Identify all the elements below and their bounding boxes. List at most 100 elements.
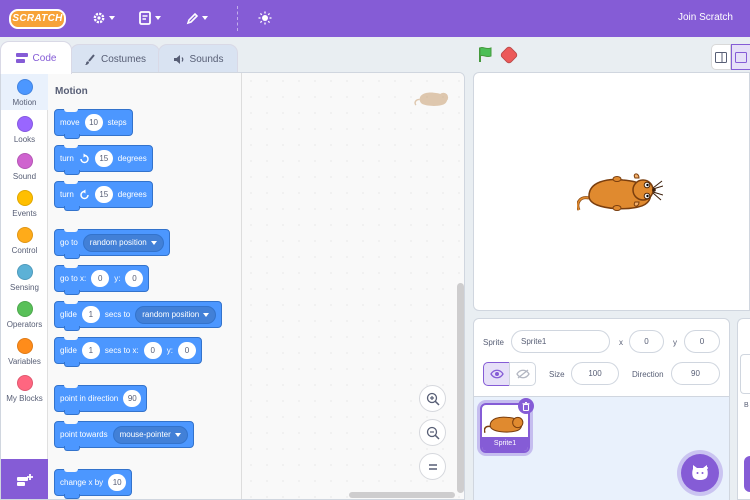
size-field[interactable]: 100: [571, 362, 619, 385]
number-input[interactable]: 0: [91, 270, 110, 287]
tab-sounds[interactable]: Sounds: [158, 44, 238, 74]
block-glide-to[interactable]: glide 1 secs to random position: [54, 301, 223, 331]
sprite-tile-name: Sprite1: [482, 437, 528, 451]
trash-icon: [522, 401, 530, 411]
small-stage-button[interactable]: [711, 44, 731, 70]
large-stage-icon: [735, 51, 747, 63]
show-sprite-button[interactable]: [483, 362, 510, 386]
lightbulb-icon: [258, 11, 272, 25]
category-sensing[interactable]: Sensing: [1, 258, 48, 295]
category-events[interactable]: Events: [1, 184, 48, 221]
target-dropdown[interactable]: mouse-pointer: [112, 425, 188, 444]
block-point-in-direction[interactable]: point in direction 90: [54, 385, 148, 415]
chevron-down-icon: [109, 16, 115, 20]
tab-costumes[interactable]: Costumes: [70, 44, 160, 74]
target-dropdown[interactable]: random position: [82, 233, 164, 252]
category-motion[interactable]: Motion: [1, 73, 48, 110]
scratch-logo[interactable]: SCRATCH: [9, 9, 66, 29]
category-dot: [16, 301, 33, 317]
block-move-steps[interactable]: move 10 steps: [54, 109, 133, 139]
block-go-to[interactable]: go to random position: [54, 229, 170, 259]
menu-bar: SCRATCH Join Scratch: [0, 0, 750, 37]
equals-icon: [428, 463, 437, 470]
block-text: point towards: [60, 430, 108, 439]
sprite-watermark-icon: [414, 92, 449, 106]
settings-menu[interactable]: [92, 8, 115, 28]
code-icon: [15, 53, 28, 63]
block-change-x[interactable]: change x by 10: [54, 469, 133, 499]
stop-button[interactable]: [499, 45, 519, 65]
edit-menu[interactable]: [186, 8, 208, 28]
block-text: secs to x:: [104, 346, 139, 355]
number-input[interactable]: 15: [94, 186, 113, 203]
category-my-blocks[interactable]: My Blocks: [1, 369, 48, 406]
delete-sprite-button[interactable]: [518, 398, 534, 414]
number-input[interactable]: 0: [177, 342, 196, 359]
workspace-horizontal-scrollbar[interactable]: [349, 492, 455, 498]
category-looks[interactable]: Looks: [1, 110, 48, 147]
pencil-icon: [186, 12, 199, 24]
zoom-out-button[interactable]: [419, 419, 446, 446]
workspace-vertical-scrollbar[interactable]: [457, 283, 464, 493]
number-input[interactable]: 90: [123, 390, 142, 407]
file-menu[interactable]: [139, 8, 161, 28]
green-flag-icon[interactable]: [477, 46, 494, 63]
backdrop-label-partial: B: [744, 402, 749, 409]
direction-field[interactable]: 90: [671, 362, 720, 385]
category-dot: [16, 338, 33, 354]
large-stage-button[interactable]: [731, 44, 750, 70]
small-stage-icon: [715, 51, 727, 63]
category-menu: Motion Looks Sound Events Control Sensin…: [1, 73, 48, 459]
palette-section-title: Motion: [55, 86, 88, 97]
tab-code[interactable]: Code: [0, 41, 72, 74]
hide-sprite-button[interactable]: [509, 362, 536, 386]
script-workspace[interactable]: [243, 73, 464, 499]
sprite-name-label: Sprite: [483, 338, 504, 347]
category-control[interactable]: Control: [1, 221, 48, 258]
menu-divider: [237, 6, 238, 31]
reset-zoom-button[interactable]: [419, 453, 446, 480]
join-scratch-link[interactable]: Join Scratch: [678, 12, 733, 23]
stage-header: [472, 37, 750, 72]
stage-thumbnail[interactable]: [740, 354, 750, 394]
category-label: Motion: [12, 98, 37, 107]
brush-icon: [84, 53, 95, 65]
zoom-in-button[interactable]: [419, 385, 446, 412]
block-point-towards[interactable]: point towards mouse-pointer: [54, 421, 194, 451]
category-variables[interactable]: Variables: [1, 332, 48, 369]
sprite-name-field[interactable]: Sprite1: [511, 330, 610, 353]
y-position-field[interactable]: 0: [684, 330, 720, 353]
number-input[interactable]: 0: [125, 270, 144, 287]
add-backdrop-button[interactable]: [744, 456, 750, 492]
category-sound[interactable]: Sound: [1, 147, 48, 184]
block-go-to-xy[interactable]: go to x: 0 y: 0: [54, 265, 150, 295]
number-input[interactable]: 0: [143, 342, 162, 359]
zoom-in-icon: [426, 392, 440, 406]
block-turn-right[interactable]: turn 15 degrees: [54, 145, 153, 175]
stage-canvas[interactable]: [473, 72, 750, 311]
x-position-field[interactable]: 0: [629, 330, 664, 353]
rat-sprite[interactable]: [577, 170, 663, 216]
number-input[interactable]: 15: [94, 150, 113, 167]
block-palette: Motion move 10 steps turn 15 degrees tur…: [48, 73, 286, 499]
block-text: go to: [60, 238, 78, 247]
number-input[interactable]: 10: [108, 474, 127, 491]
add-extension-button[interactable]: [1, 459, 48, 499]
block-text: turn: [60, 154, 74, 163]
theme-toggle[interactable]: [258, 8, 272, 28]
category-label: Variables: [8, 357, 41, 366]
number-input[interactable]: 1: [81, 306, 100, 323]
block-text: go to x:: [60, 274, 87, 283]
chevron-down-icon: [202, 16, 208, 20]
tab-label: Code: [32, 52, 57, 64]
tab-label: Sounds: [189, 54, 224, 65]
dropdown-value: random position: [142, 310, 200, 319]
block-glide-to-xy[interactable]: glide 1 secs to x: 0 y: 0: [54, 337, 202, 367]
category-operators[interactable]: Operators: [1, 295, 48, 332]
number-input[interactable]: 1: [81, 342, 100, 359]
target-dropdown[interactable]: random position: [135, 305, 217, 324]
number-input[interactable]: 10: [84, 114, 103, 131]
add-sprite-button[interactable]: [681, 454, 719, 492]
rotate-left-icon: [80, 189, 89, 200]
block-turn-left[interactable]: turn 15 degrees: [54, 181, 153, 211]
